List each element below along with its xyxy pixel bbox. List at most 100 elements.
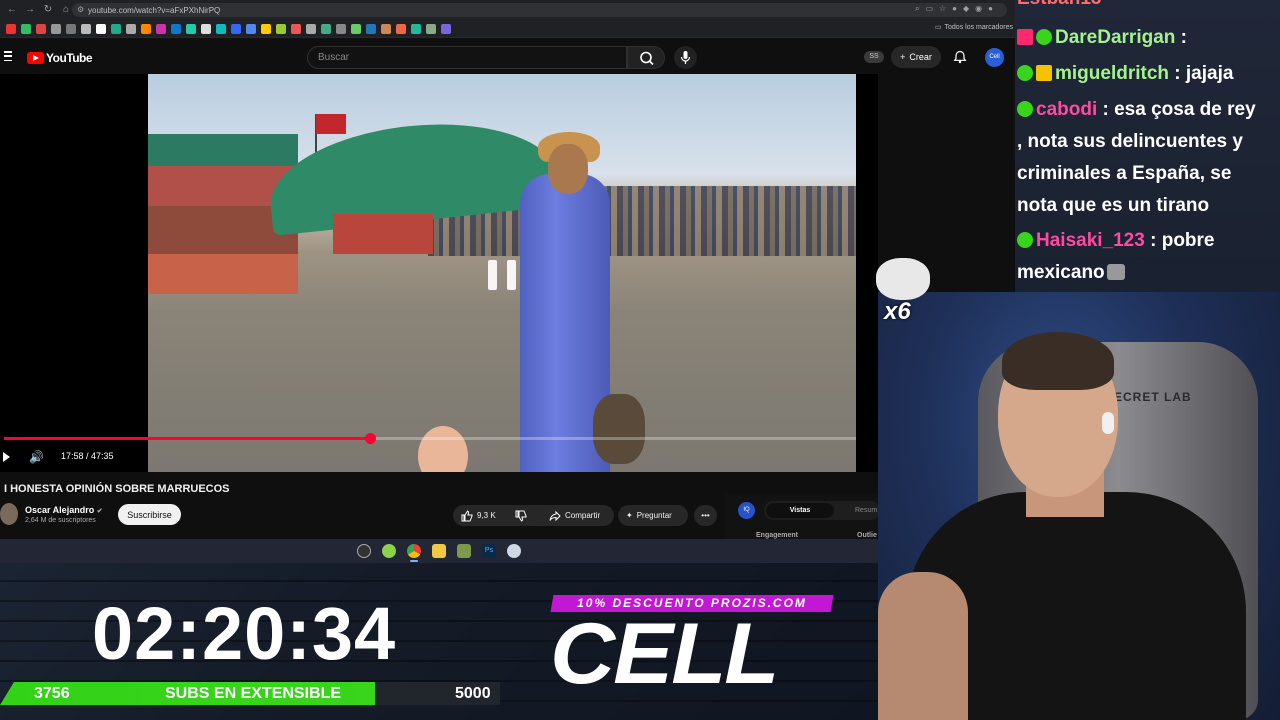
voice-search-button[interactable] (674, 46, 697, 69)
bookmark-icon[interactable] (306, 23, 316, 34)
home-icon[interactable]: ⌂ (60, 4, 72, 16)
chat-username[interactable]: Estban13 (1017, 0, 1101, 9)
bookmark-icon[interactable] (81, 23, 91, 34)
reload-icon[interactable]: ↻ (42, 4, 54, 16)
chat-username[interactable]: Haisaki_123 (1036, 230, 1145, 251)
bookmark-icon[interactable] (96, 23, 106, 34)
tab-vistas[interactable]: Vistas (766, 503, 834, 518)
pause-icon[interactable] (488, 260, 516, 290)
bookmark-icon[interactable] (201, 23, 211, 34)
progress-knob[interactable] (364, 433, 376, 444)
bookmark-icon[interactable] (21, 23, 31, 34)
bookmark-icon[interactable] (231, 23, 241, 34)
earbud (1102, 412, 1114, 434)
bookmark-icon[interactable] (381, 23, 391, 34)
bookmark-icon[interactable] (111, 23, 121, 34)
tab-resumen[interactable]: Resum (855, 503, 877, 518)
taskbar: Ps (0, 539, 878, 563)
bookmark-icon[interactable] (126, 23, 136, 34)
bookmark-icon[interactable] (171, 23, 181, 34)
bookmark-icon[interactable] (36, 23, 46, 34)
chat-username[interactable]: DareDarrigan (1055, 27, 1175, 48)
folder-icon: ▭ (934, 24, 942, 31)
bookmark-icon[interactable] (51, 23, 61, 34)
bookmark-icon[interactable] (411, 23, 421, 34)
bookmarks-folder-label: Todos los marcadores (944, 23, 1013, 31)
dislike-button[interactable] (506, 505, 536, 526)
bookmark-icon[interactable] (276, 23, 286, 34)
chrome-icon[interactable] (407, 544, 421, 562)
bookmark-icon[interactable] (321, 23, 331, 34)
chat-username[interactable]: cabodi (1036, 99, 1097, 120)
bookmark-icon[interactable] (156, 23, 166, 34)
volume-icon[interactable]: 🔊 (29, 450, 44, 464)
bookmark-icon[interactable] (396, 23, 406, 34)
menu-icon[interactable] (4, 51, 12, 61)
progress-bar[interactable] (4, 433, 856, 444)
emote-count: x6 (884, 298, 911, 325)
bookmark-icon[interactable] (351, 23, 361, 34)
site-info-icon[interactable]: ⚙ (77, 5, 84, 14)
bookmarks-folder[interactable]: ▭ Todos los marcadores (934, 23, 1013, 32)
back-icon[interactable]: ← (6, 4, 18, 16)
profile-icon[interactable]: ● (988, 4, 993, 14)
flag (316, 114, 346, 134)
bookmark-icon[interactable] (336, 23, 346, 34)
channel-avatar[interactable] (0, 503, 18, 525)
countdown-timer: 02:20:34 (92, 592, 397, 675)
youtube-logo-icon[interactable] (27, 52, 44, 64)
minecraft-icon[interactable] (457, 544, 471, 558)
avatar[interactable]: Cell (985, 48, 1004, 67)
cast-icon[interactable]: ▭ (925, 4, 933, 14)
bookmark-icon[interactable] (141, 23, 151, 34)
bookmark-icon[interactable] (216, 23, 226, 34)
bell-icon[interactable] (953, 50, 967, 64)
star-icon[interactable]: ☆ (939, 4, 946, 14)
bookmark-icon[interactable] (66, 23, 76, 34)
time-display: 17:58 / 47:35 (61, 451, 114, 461)
chat-message: DareDarrigan : (1017, 22, 1187, 54)
bookmark-icon[interactable] (246, 23, 256, 34)
bookmark-icon[interactable] (261, 23, 271, 34)
bookmark-icon[interactable] (441, 23, 451, 34)
obs-icon[interactable] (357, 544, 371, 558)
search-input[interactable]: Buscar (307, 46, 627, 69)
extension-icon[interactable]: ◆ (963, 4, 969, 14)
address-bar[interactable]: ⚙ youtube.com/watch?v=aFxPXhNirPQ ⌕ ▭ ☆ … (72, 3, 1007, 17)
create-label: Crear (909, 52, 932, 62)
ask-button[interactable]: ✦ Preguntar (618, 505, 688, 526)
chat-text: : (1175, 27, 1187, 48)
youtube-logo-text[interactable]: YouTube (46, 51, 93, 65)
play-icon[interactable] (3, 452, 10, 462)
forward-icon[interactable]: → (24, 4, 36, 16)
bookmark-icon[interactable] (426, 23, 436, 34)
chat-text: , nota sus delincuentes y (1017, 131, 1243, 152)
bookmark-icon[interactable] (291, 23, 301, 34)
bookmark-icon[interactable] (186, 23, 196, 34)
bookmark-icon[interactable] (6, 23, 16, 34)
url-actions: ⌕ ▭ ☆ ● ◆ ◉ ● (915, 4, 993, 14)
like-button[interactable]: 9,3 K (453, 505, 553, 526)
more-button[interactable]: ••• (694, 505, 717, 526)
bookmark-icon[interactable] (366, 23, 376, 34)
extension-icon[interactable]: ◉ (975, 4, 982, 14)
search-button[interactable] (627, 46, 665, 69)
subscribe-button[interactable]: Suscribirse (118, 504, 181, 525)
photoshop-icon[interactable]: Ps (482, 544, 496, 558)
zoom-icon[interactable]: ⌕ (915, 4, 919, 14)
chair-brand: SECRET LAB (1105, 390, 1192, 404)
chat-username[interactable]: migueldritch (1055, 63, 1169, 84)
ss-badge[interactable]: SS (864, 51, 884, 63)
channel-name[interactable]: Oscar Alejandro ✔ (25, 505, 103, 515)
webcam-feed: SECRET LAB (878, 292, 1280, 720)
extension-icon[interactable]: ● (952, 4, 957, 14)
folder-icon[interactable] (432, 544, 446, 558)
share-button[interactable]: Compartir (541, 505, 614, 526)
chat-text: : pobre (1144, 230, 1215, 251)
video-player[interactable]: 🔊 17:58 / 47:35 (0, 74, 878, 472)
app-icon[interactable] (507, 544, 521, 558)
ask-label: Preguntar (636, 511, 672, 520)
create-button[interactable]: + Crear (891, 46, 941, 68)
chat-app-icon[interactable] (382, 544, 396, 558)
vidiq-icon[interactable]: IQ (738, 502, 755, 519)
